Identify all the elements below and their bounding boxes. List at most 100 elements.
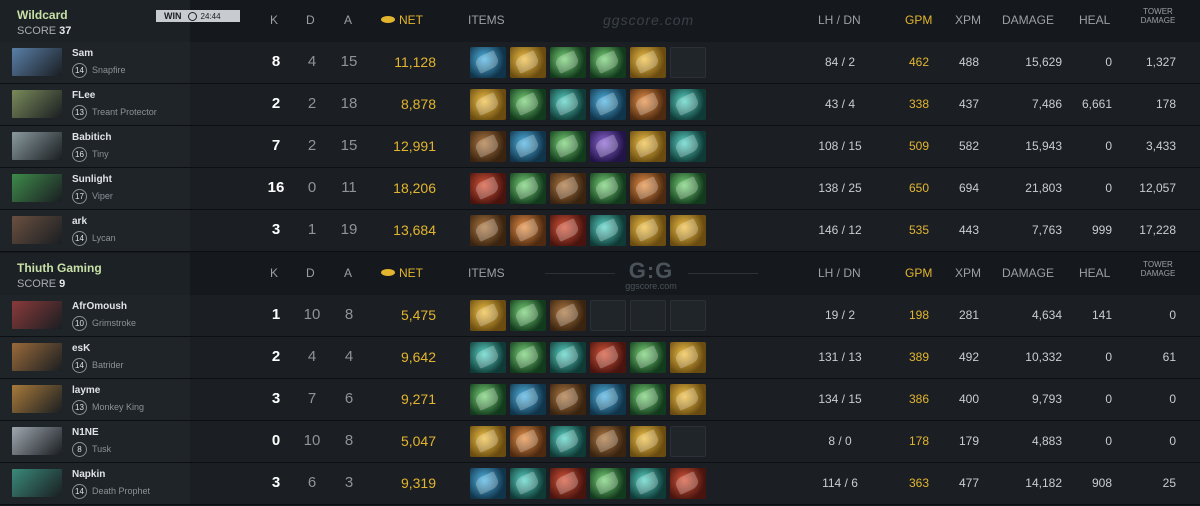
item-icon[interactable] — [510, 89, 546, 120]
player-name[interactable]: Napkin — [72, 469, 105, 480]
player-name[interactable]: Babitich — [72, 132, 111, 143]
item-icon[interactable] — [590, 342, 626, 373]
item-icon[interactable] — [550, 47, 586, 78]
item-slots — [470, 173, 710, 204]
item-icon[interactable] — [590, 131, 626, 162]
item-icon[interactable] — [550, 384, 586, 415]
item-icon[interactable] — [630, 342, 666, 373]
tower-damage: 1,327 — [1145, 55, 1176, 69]
item-icon[interactable] — [670, 173, 706, 204]
item-icon[interactable] — [510, 215, 546, 246]
deaths: 4 — [307, 348, 317, 365]
item-icon[interactable] — [550, 426, 586, 457]
hero-name: Death Prophet — [92, 486, 151, 496]
player-row[interactable]: esK 14 Batrider 2 4 4 9,642 131 / 13 389 492 10,33… — [0, 337, 1200, 379]
hero-portrait[interactable] — [12, 132, 62, 160]
item-icon[interactable] — [470, 342, 506, 373]
item-icon[interactable] — [510, 300, 546, 331]
item-icon[interactable] — [670, 468, 706, 499]
item-icon[interactable] — [510, 47, 546, 78]
player-row[interactable]: AfrOmoush 10 Grimstroke 1 10 8 5,475 19 / 2 198 2… — [0, 295, 1200, 337]
player-name[interactable]: Sam — [72, 48, 93, 59]
player-row[interactable]: Sam 14 Snapfire 8 4 15 11,128 84 / 2 462 488 15,62… — [0, 42, 1200, 84]
item-icon[interactable] — [630, 131, 666, 162]
item-icon[interactable] — [510, 173, 546, 204]
item-icon[interactable] — [470, 215, 506, 246]
item-icon[interactable] — [670, 89, 706, 120]
player-name[interactable]: ark — [72, 216, 87, 227]
item-icon[interactable] — [470, 468, 506, 499]
player-row[interactable]: ark 14 Lycan 3 1 19 13,684 146 / 12 535 443 7,763 9… — [0, 210, 1200, 252]
player-name[interactable]: AfrOmoush — [72, 301, 127, 312]
item-icon[interactable] — [590, 384, 626, 415]
player-row[interactable]: N1NE 8 Tusk 0 10 8 5,047 8 / 0 178 179 4,883 0 0 — [0, 421, 1200, 463]
item-icon[interactable] — [630, 468, 666, 499]
item-icon[interactable] — [670, 384, 706, 415]
item-icon[interactable] — [510, 384, 546, 415]
gpm: 338 — [908, 97, 930, 111]
hero-portrait[interactable] — [12, 216, 62, 244]
hero-portrait[interactable] — [12, 90, 62, 118]
hero-portrait[interactable] — [12, 48, 62, 76]
item-icon[interactable] — [590, 426, 626, 457]
item-icon[interactable] — [590, 215, 626, 246]
net-worth: 5,047 — [400, 433, 436, 449]
net-worth: 9,642 — [400, 349, 436, 365]
hero-portrait[interactable] — [12, 174, 62, 202]
header-heal: HEAL — [1079, 13, 1111, 27]
team-name[interactable]: Wildcard — [17, 8, 68, 22]
tower-damage: 17,228 — [1139, 223, 1176, 237]
item-icon[interactable] — [630, 215, 666, 246]
item-icon[interactable] — [550, 468, 586, 499]
item-icon[interactable] — [590, 89, 626, 120]
player-row[interactable]: Babitich 16 Tiny 7 2 15 12,991 108 / 15 509 582 15… — [0, 126, 1200, 168]
player-row[interactable]: Sunlight 17 Viper 16 0 11 18,206 138 / 25 650 694… — [0, 168, 1200, 210]
player-name[interactable]: layme — [72, 385, 100, 396]
item-icon[interactable] — [470, 131, 506, 162]
item-icon[interactable] — [470, 89, 506, 120]
item-icon[interactable] — [470, 47, 506, 78]
item-icon[interactable] — [470, 384, 506, 415]
item-icon[interactable] — [630, 173, 666, 204]
item-icon[interactable] — [670, 342, 706, 373]
team-name[interactable]: Thiuth Gaming — [17, 261, 102, 275]
item-icon[interactable] — [590, 468, 626, 499]
hero-portrait[interactable] — [12, 343, 62, 371]
item-icon[interactable] — [550, 89, 586, 120]
item-icon[interactable] — [550, 215, 586, 246]
item-icon[interactable] — [510, 342, 546, 373]
item-icon[interactable] — [470, 426, 506, 457]
item-icon[interactable] — [550, 342, 586, 373]
player-name[interactable]: esK — [72, 343, 90, 354]
item-icon[interactable] — [470, 300, 506, 331]
player-row[interactable]: FLee 13 Treant Protector 2 2 18 8,878 43 / 4 338… — [0, 84, 1200, 126]
hero-portrait[interactable] — [12, 301, 62, 329]
item-icon[interactable] — [590, 47, 626, 78]
player-name[interactable]: FLee — [72, 90, 95, 101]
item-icon[interactable] — [630, 47, 666, 78]
player-name[interactable]: N1NE — [72, 427, 99, 438]
item-icon[interactable] — [670, 215, 706, 246]
team-score-value: 9 — [59, 278, 66, 290]
item-icon[interactable] — [510, 131, 546, 162]
player-name[interactable]: Sunlight — [72, 174, 112, 185]
item-slots — [470, 89, 710, 120]
item-icon[interactable] — [550, 300, 586, 331]
item-icon[interactable] — [590, 173, 626, 204]
hero-portrait[interactable] — [12, 469, 62, 497]
item-icon[interactable] — [510, 468, 546, 499]
item-icon[interactable] — [470, 173, 506, 204]
hero-portrait[interactable] — [12, 427, 62, 455]
item-icon[interactable] — [630, 89, 666, 120]
item-icon[interactable] — [510, 426, 546, 457]
player-row[interactable]: layme 13 Monkey King 3 7 6 9,271 134 / 15 386 400… — [0, 379, 1200, 421]
hero-portrait[interactable] — [12, 385, 62, 413]
player-row[interactable]: Napkin 14 Death Prophet 3 6 3 9,319 114 / 6 363 4… — [0, 463, 1200, 505]
header-a: A — [344, 13, 353, 27]
item-icon[interactable] — [550, 173, 586, 204]
item-icon[interactable] — [630, 426, 666, 457]
item-icon[interactable] — [670, 131, 706, 162]
item-icon[interactable] — [630, 384, 666, 415]
item-icon[interactable] — [550, 131, 586, 162]
assists: 4 — [344, 348, 354, 365]
